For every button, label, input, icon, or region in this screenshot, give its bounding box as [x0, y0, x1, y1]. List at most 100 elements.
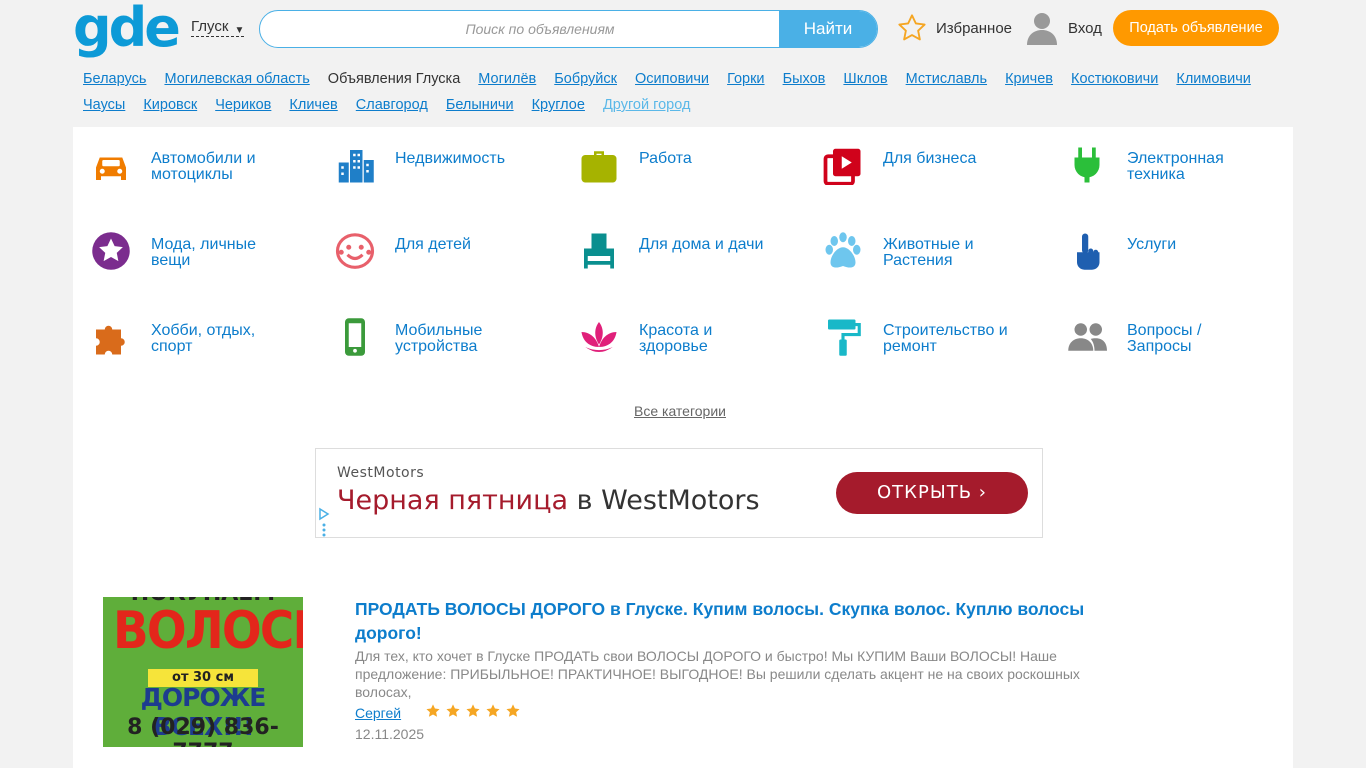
category-star-badge[interactable]: Мода, личные вещи	[73, 213, 303, 273]
region-link[interactable]: Славгород	[356, 97, 428, 113]
search-button[interactable]: Найти	[779, 11, 877, 47]
star-icon	[506, 704, 520, 717]
region-link[interactable]: Могилевская область	[164, 71, 309, 87]
region-link[interactable]: Шклов	[843, 71, 887, 87]
star-icon	[486, 704, 500, 717]
category-label: Красота и здоровье	[639, 322, 713, 355]
region-link[interactable]: Могилёв	[478, 71, 536, 87]
category-label: Автомобили и мотоциклы	[151, 150, 256, 183]
category-mobile[interactable]: Мобильные устройства	[317, 299, 547, 359]
ad-headline-highlight: Черная пятница	[337, 485, 569, 516]
category-lotus[interactable]: Красота и здоровье	[561, 299, 791, 359]
region-link[interactable]: Бобруйск	[554, 71, 617, 87]
ad-open-label: ОТКРЫТЬ	[877, 482, 973, 503]
star-icon	[426, 704, 440, 717]
favorites-link[interactable]: Избранное	[896, 11, 1012, 45]
listing-author[interactable]: Сергей	[355, 705, 401, 721]
category-puzzle[interactable]: Хобби, отдых, спорт	[73, 299, 303, 359]
category-business-play[interactable]: Для бизнеса	[805, 127, 1035, 187]
region-link[interactable]: Кировск	[143, 97, 197, 113]
region-link[interactable]: Чаусы	[83, 97, 125, 113]
star-icon	[466, 704, 480, 717]
mobile-icon	[345, 318, 365, 356]
category-label: Работа	[639, 150, 692, 167]
category-label: Хобби, отдых, спорт	[151, 322, 256, 355]
region-link[interactable]: Круглое	[532, 97, 585, 113]
adchoices-icon[interactable]	[318, 507, 330, 537]
category-label: Животные и Растения	[883, 236, 974, 269]
rating-stars	[425, 703, 525, 719]
ad-banner[interactable]: WestMotors Черная пятница в WestMotors О…	[315, 448, 1043, 538]
login-label: Вход	[1068, 19, 1102, 37]
business-play-icon	[823, 148, 861, 185]
ad-brand: WestMotors	[337, 465, 425, 481]
region-link[interactable]: Климовичи	[1176, 71, 1251, 87]
ad-headline: Черная пятница в WestMotors	[337, 485, 760, 516]
users-icon	[1068, 323, 1107, 351]
category-paint-roller[interactable]: Строительство и ремонт	[805, 299, 1035, 359]
category-buildings[interactable]: Недвижимость	[317, 127, 547, 187]
category-smiley[interactable]: Для детей	[317, 213, 547, 273]
region-link[interactable]: Костюковичи	[1071, 71, 1158, 87]
star-icon	[898, 14, 926, 41]
category-label: Электронная техника	[1127, 150, 1224, 183]
user-icon	[1027, 13, 1057, 45]
star-icon	[446, 704, 460, 717]
region-link[interactable]: Кличев	[289, 97, 337, 113]
ad-headline-rest: в WestMotors	[568, 485, 760, 516]
puzzle-icon	[96, 325, 125, 355]
category-label: Для бизнеса	[883, 150, 977, 167]
city-label: Глуск	[191, 18, 229, 35]
chevron-down-icon: ▼	[234, 25, 245, 36]
region-link[interactable]: Горки	[727, 71, 764, 87]
category-users[interactable]: Вопросы / Запросы	[1049, 299, 1279, 359]
favorites-label: Избранное	[936, 19, 1013, 37]
category-label: Недвижимость	[395, 150, 506, 167]
category-label: Для дома и дачи	[639, 236, 764, 253]
paint-roller-icon	[828, 319, 861, 356]
car-icon	[96, 157, 126, 180]
category-paw[interactable]: Животные и Растения	[805, 213, 1035, 273]
region-link[interactable]: Беларусь	[83, 71, 146, 87]
lotus-icon	[581, 322, 617, 352]
thumbnail-text: ВОЛОСЫ	[113, 601, 303, 661]
briefcase-icon	[581, 151, 617, 183]
star-badge-icon	[92, 232, 130, 270]
region-link[interactable]: Мстиславль	[906, 71, 987, 87]
category-label: Услуги	[1127, 236, 1177, 253]
category-car[interactable]: Автомобили и мотоциклы	[73, 127, 303, 187]
region-link[interactable]: Быхов	[783, 71, 826, 87]
plug-icon	[1074, 147, 1100, 183]
category-briefcase[interactable]: Работа	[561, 127, 791, 187]
category-label: Для детей	[395, 236, 471, 253]
category-label: Строительство и ремонт	[883, 322, 1008, 355]
main-panel: Автомобили и мотоциклы Недвижимость Работа…	[73, 127, 1293, 768]
region-link[interactable]: Осиповичи	[635, 71, 709, 87]
category-hand-pointer[interactable]: Услуги	[1049, 213, 1279, 273]
listing-thumbnail[interactable]: ПОКУПАЕМ ВОЛОСЫ от 30 см ДОРОЖЕ ВСЕХ!!! …	[103, 597, 303, 747]
all-categories-link[interactable]: Все категории	[634, 403, 726, 419]
chevron-right-icon: ›	[978, 482, 987, 503]
category-plug[interactable]: Электронная техника	[1049, 127, 1279, 187]
listing-item: ПОКУПАЕМ ВОЛОСЫ от 30 см ДОРОЖЕ ВСЕХ!!! …	[103, 597, 1163, 747]
category-armchair[interactable]: Для дома и дачи	[561, 213, 791, 273]
region-link[interactable]: Кричев	[1005, 71, 1053, 87]
logo[interactable]: gde	[73, 1, 181, 55]
listing-description: Для тех, кто хочет в Глуске ПРОДАТЬ свои…	[355, 648, 1080, 700]
buildings-icon	[338, 150, 374, 183]
paw-icon	[825, 232, 861, 268]
listing-date: 12.11.2025	[355, 726, 425, 742]
region-link[interactable]: Другой город	[603, 97, 690, 113]
ad-open-button[interactable]: ОТКРЫТЬ ›	[836, 472, 1028, 514]
current-region: Объявления Глуска	[327, 71, 461, 87]
category-label: Мобильные устройства	[395, 322, 483, 355]
login-link[interactable]: Вход	[1026, 11, 1102, 45]
post-ad-button[interactable]: Подать объявление	[1113, 10, 1279, 46]
category-label: Вопросы / Запросы	[1127, 322, 1202, 355]
region-link[interactable]: Белыничи	[446, 97, 514, 113]
search-input[interactable]	[260, 11, 780, 47]
hand-pointer-icon	[1077, 233, 1100, 270]
listing-title[interactable]: ПРОДАТЬ ВОЛОСЫ ДОРОГО в Глуске. Купим во…	[355, 597, 1125, 645]
region-link[interactable]: Чериков	[215, 97, 271, 113]
city-select[interactable]: Глуск ▼	[191, 18, 245, 37]
